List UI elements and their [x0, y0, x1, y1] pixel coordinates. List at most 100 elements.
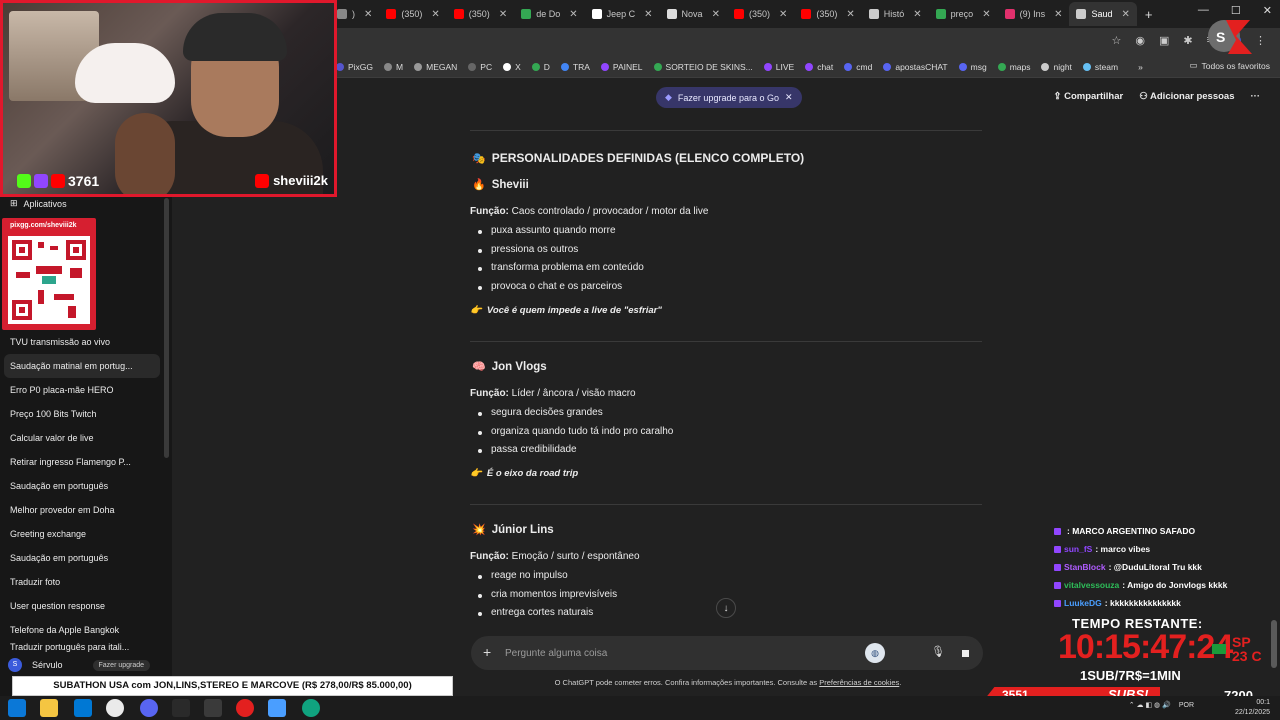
more-options-button[interactable]: ··· [1251, 91, 1261, 102]
bookmark-item[interactable]: PC [468, 62, 492, 72]
tab-close-icon[interactable]: ✕ [1122, 9, 1130, 20]
star-icon[interactable]: ☆ [1111, 34, 1121, 48]
chat-history-item[interactable]: Retirar ingresso Flamengo P... [4, 450, 160, 474]
microphone-icon[interactable]: 🎙 [931, 645, 945, 658]
bookmark-item[interactable]: msg [958, 61, 987, 72]
chat-history-item[interactable]: Calcular valor de live [4, 426, 160, 450]
sidebar-scrollbar[interactable] [164, 198, 169, 458]
browser-tab[interactable]: ) ✕ [330, 2, 379, 26]
bookmark-item[interactable]: M [384, 62, 403, 72]
tab-close-icon[interactable]: ✕ [712, 9, 720, 20]
chat-history-item[interactable]: Greeting exchange [4, 522, 160, 546]
browser-tab[interactable]: Jeep C ✕ [585, 2, 660, 26]
share-button[interactable]: ⇪ Compartilhar [1053, 91, 1123, 102]
tab-close-icon[interactable]: ✕ [982, 9, 990, 20]
bookmark-item[interactable]: apostasCHAT [883, 62, 948, 72]
sidebar-upgrade-button[interactable]: Fazer upgrade [92, 659, 151, 671]
chatgpt-icon[interactable] [302, 699, 320, 717]
chrome-icon[interactable] [106, 699, 124, 717]
extension-icon[interactable]: ▣ [1159, 34, 1169, 48]
chat-history-item[interactable]: Erro P0 placa-mãe HERO [4, 378, 160, 402]
chat-history-item[interactable]: Melhor provedor em Doha [4, 498, 160, 522]
browser-tab[interactable]: (350) ✕ [794, 2, 861, 26]
chat-history-item[interactable]: Saudação em português [4, 474, 160, 498]
main-scrollbar[interactable] [1271, 620, 1277, 668]
tab-close-icon[interactable]: ✕ [913, 9, 921, 20]
bookmark-item[interactable]: night [1041, 62, 1072, 72]
webcam-plush-toy [75, 43, 175, 103]
tab-close-icon[interactable]: ✕ [1054, 9, 1062, 20]
plus-icon[interactable]: + [483, 644, 491, 660]
tab-close-icon[interactable]: ✕ [779, 9, 787, 20]
app-icon[interactable] [204, 699, 222, 717]
tab-title: ) [352, 9, 355, 19]
browser-tab[interactable]: Histó ✕ [862, 2, 929, 26]
taskbar-clock[interactable]: 00:1 22/12/2025 [1235, 698, 1270, 718]
scroll-to-bottom-button[interactable]: ↓ [716, 598, 736, 618]
chat-history-item[interactable]: Saudação matinal em portug... [4, 354, 160, 378]
tab-close-icon[interactable]: ✕ [431, 9, 439, 20]
tab-close-icon[interactable]: ✕ [846, 9, 854, 20]
browser-tab[interactable]: (350) ✕ [379, 2, 446, 26]
close-icon[interactable]: ✕ [785, 92, 793, 103]
windows-start-icon[interactable] [8, 699, 26, 717]
voice-mode-icon[interactable]: ◍ [865, 643, 885, 663]
all-favorites[interactable]: ▭ Todos os favoritos [1189, 60, 1270, 71]
extensions-puzzle-icon[interactable]: ✱ [1183, 34, 1192, 48]
bookmark-item[interactable]: SORTEIO DE SKINS... [653, 62, 753, 72]
close-window-icon[interactable]: ✕ [1263, 4, 1272, 17]
user-account[interactable]: S Sérvulo Fazer upgrade [8, 658, 151, 672]
apps-link[interactable]: ⊞ Aplicativos [10, 198, 67, 209]
prompt-input[interactable] [505, 645, 835, 661]
browser-tab[interactable]: Saud ✕ [1069, 2, 1137, 26]
chat-history-item[interactable]: Preço 100 Bits Twitch [4, 402, 160, 426]
upgrade-pill[interactable]: ◆ Fazer upgrade para o Go ✕ [656, 87, 802, 108]
obs-icon[interactable] [236, 699, 254, 717]
bookmark-item[interactable]: chat [805, 62, 833, 72]
bookmark-item[interactable]: cmd [844, 62, 872, 72]
chat-history-item[interactable]: Traduzir foto [4, 570, 160, 594]
stop-button[interactable] [955, 643, 975, 663]
bookmark-item[interactable]: LIVE [763, 62, 794, 72]
file-explorer-icon[interactable] [40, 699, 58, 717]
steam-icon[interactable] [172, 699, 190, 717]
menu-kebab-icon[interactable]: ⋮ [1255, 34, 1266, 48]
store-icon[interactable] [74, 699, 92, 717]
tab-close-icon[interactable]: ✕ [644, 9, 652, 20]
browser-tab[interactable]: (350) ✕ [727, 2, 794, 26]
chat-history-item[interactable]: User question response [4, 594, 160, 618]
bookmark-item[interactable]: X [503, 62, 521, 72]
bookmark-item[interactable]: steam [1082, 62, 1118, 72]
bookmarks-overflow-button[interactable]: » [1138, 62, 1143, 72]
bookmark-favicon-icon [1041, 62, 1050, 71]
tray-icons[interactable]: ⌃ ☁ ◧ ◍ 🔊 [1129, 701, 1171, 709]
tab-close-icon[interactable]: ✕ [569, 9, 577, 20]
browser-tab[interactable]: de Do ✕ [514, 2, 584, 26]
add-people-button[interactable]: ⚇ Adicionar pessoas [1139, 91, 1234, 102]
tab-close-icon[interactable]: ✕ [364, 9, 372, 20]
browser-tab[interactable]: Nova ✕ [660, 2, 727, 26]
chat-history-item[interactable]: Saudação em português [4, 546, 160, 570]
browser-tab[interactable]: (350) ✕ [447, 2, 514, 26]
bookmark-item[interactable]: PixGG [336, 62, 373, 72]
discord-icon[interactable] [140, 699, 158, 717]
browser-tab[interactable]: (9) Ins ✕ [998, 2, 1070, 26]
input-language[interactable]: POR [1179, 702, 1194, 709]
new-tab-button[interactable]: + [1145, 7, 1153, 22]
translate-icon[interactable]: ◉ [1135, 34, 1145, 48]
app-icon-2[interactable] [268, 699, 286, 717]
bookmark-item[interactable]: MEGAN [414, 62, 457, 72]
bookmark-label: msg [970, 61, 987, 72]
chat-history-item[interactable]: Traduzir português para itali... [4, 642, 160, 652]
browser-tab[interactable]: preço ✕ [929, 2, 998, 26]
trait-item: segura decisões grandes [476, 404, 673, 423]
bookmark-item[interactable]: maps [997, 62, 1030, 72]
tab-close-icon[interactable]: ✕ [499, 9, 507, 20]
chat-history-item[interactable]: TVU transmissão ao vivo [4, 330, 160, 354]
chat-history-item[interactable]: Telefone da Apple Bangkok [4, 618, 160, 642]
person-note-text: Você é quem impede a live de "esfriar" [486, 304, 662, 316]
bookmark-item[interactable]: TRA [560, 62, 590, 72]
bookmark-item[interactable]: PAINEL [600, 62, 643, 72]
cookie-preferences-link[interactable]: Preferências de cookies [819, 678, 899, 687]
bookmark-item[interactable]: D [531, 62, 550, 72]
